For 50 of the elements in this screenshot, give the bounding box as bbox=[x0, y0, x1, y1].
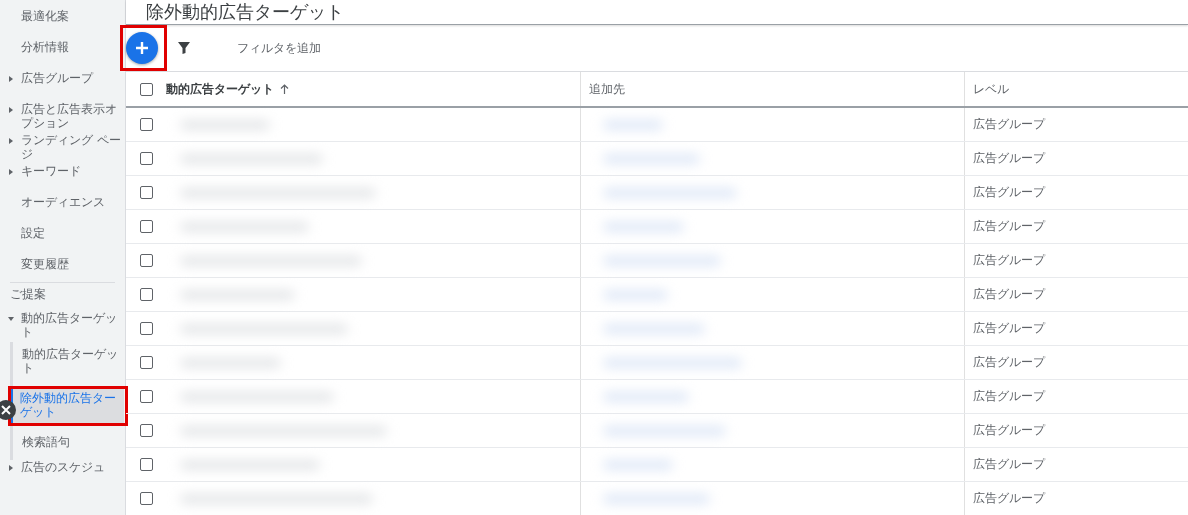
nav-item[interactable]: 広告と広告表示オプション bbox=[0, 102, 125, 133]
checkbox[interactable] bbox=[139, 118, 153, 131]
checkbox[interactable] bbox=[139, 220, 153, 233]
table-cell: 広告グループ bbox=[973, 252, 1045, 269]
nav-item[interactable]: 分析情報 bbox=[0, 40, 125, 71]
checkbox[interactable] bbox=[139, 82, 153, 96]
table-cell: 広告グループ bbox=[973, 388, 1045, 405]
add-filter-link[interactable]: フィルタを追加 bbox=[237, 39, 321, 57]
table-cell: 広告グループ bbox=[973, 116, 1045, 133]
nav-item[interactable]: オーディエンス bbox=[0, 195, 125, 226]
column-header[interactable]: 追加先 bbox=[589, 80, 625, 98]
checkbox[interactable] bbox=[139, 492, 153, 505]
nav-item[interactable]: 広告グループ bbox=[0, 71, 125, 102]
nav-item[interactable]: ランディング ページ bbox=[0, 133, 125, 164]
nav-item[interactable]: 動的広告ターゲット bbox=[0, 311, 125, 342]
table-cell: 広告グループ bbox=[973, 456, 1045, 473]
add-button[interactable] bbox=[126, 32, 158, 64]
plus-icon bbox=[135, 41, 149, 55]
checkbox[interactable] bbox=[139, 288, 153, 301]
page-title: 除外動的広告ターゲット bbox=[146, 0, 344, 24]
nav-item[interactable]: キーワード bbox=[0, 164, 125, 195]
close-icon[interactable] bbox=[0, 400, 16, 420]
filter-icon[interactable] bbox=[177, 41, 191, 55]
checkbox[interactable] bbox=[139, 356, 153, 369]
table-cell: 広告グループ bbox=[973, 490, 1045, 507]
table-cell: 広告グループ bbox=[973, 218, 1045, 235]
table-cell: 広告グループ bbox=[973, 150, 1045, 167]
column-header[interactable]: 動的広告ターゲット bbox=[166, 80, 274, 98]
sort-arrow-icon[interactable] bbox=[280, 84, 289, 94]
nav-item[interactable]: 検索語句 bbox=[13, 433, 126, 453]
checkbox[interactable] bbox=[139, 254, 153, 267]
table-cell: 広告グループ bbox=[973, 320, 1045, 337]
checkbox[interactable] bbox=[139, 424, 153, 437]
checkbox[interactable] bbox=[139, 322, 153, 335]
nav-item[interactable]: 除外動的広告ターゲット bbox=[11, 389, 124, 423]
table-cell: 広告グループ bbox=[973, 286, 1045, 303]
table-cell: 広告グループ bbox=[973, 184, 1045, 201]
table-cell: 広告グループ bbox=[973, 422, 1045, 439]
nav-item[interactable]: 最適化案 bbox=[0, 9, 125, 40]
nav-item[interactable]: 動的広告ターゲット bbox=[13, 345, 126, 379]
nav-item[interactable]: 変更履歴 bbox=[0, 257, 125, 288]
nav-item[interactable]: 設定 bbox=[0, 226, 125, 257]
column-header[interactable]: レベル bbox=[973, 80, 1009, 98]
checkbox[interactable] bbox=[139, 390, 153, 403]
checkbox[interactable] bbox=[139, 152, 153, 165]
nav-item[interactable]: 広告のスケジュ bbox=[0, 460, 125, 491]
checkbox[interactable] bbox=[139, 458, 153, 471]
table-cell: 広告グループ bbox=[973, 354, 1045, 371]
checkbox[interactable] bbox=[139, 186, 153, 199]
section-label: ご提案 bbox=[9, 287, 47, 301]
